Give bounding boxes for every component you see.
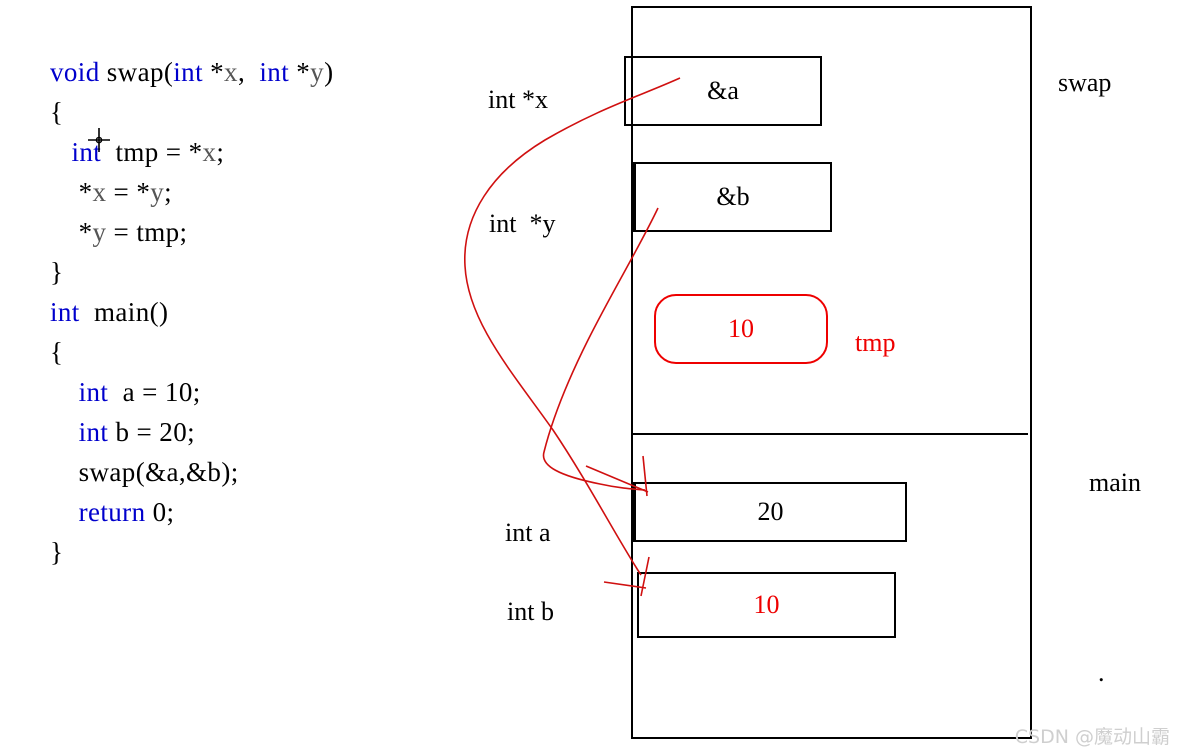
label-param-x: int *x <box>488 85 548 114</box>
var-b-value: 10 <box>753 590 780 619</box>
param-y-value: &b <box>716 182 750 211</box>
frame-label-swap: swap <box>1058 68 1112 97</box>
param-y-cell: &b <box>631 162 832 232</box>
param-x-cell: &a <box>624 56 822 126</box>
tmp-value: 10 <box>728 314 754 343</box>
var-a-value: 20 <box>757 497 784 526</box>
label-param-y: int *y <box>489 209 556 238</box>
label-tmp: tmp <box>855 328 896 357</box>
watermark-text: CSDN @魔动山霸 <box>1014 726 1170 748</box>
frame-divider <box>631 433 1028 435</box>
tmp-cell: 10 <box>654 294 828 364</box>
frame-label-main: main <box>1089 468 1141 497</box>
var-a-cell: 20 <box>631 482 907 542</box>
label-var-a: int a <box>505 518 551 547</box>
param-x-value: &a <box>707 76 739 105</box>
label-var-b: int b <box>507 597 554 626</box>
var-b-cell: 10 <box>637 572 896 638</box>
marker-dot: . <box>1098 658 1105 687</box>
stack-frame-diagram: swap main . int *x &a int *y &b 10 tmp i… <box>0 0 1178 753</box>
